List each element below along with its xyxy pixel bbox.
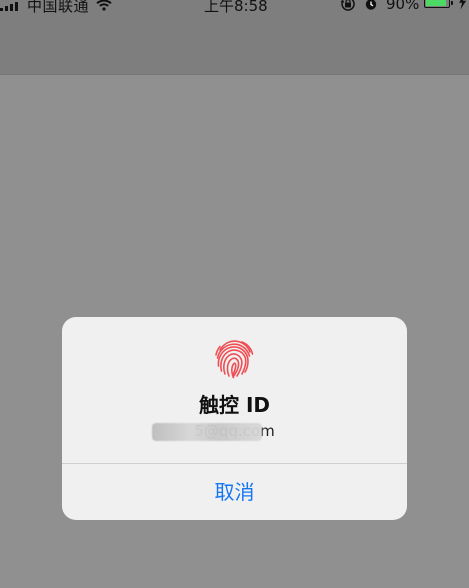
wifi-icon [96,0,112,15]
battery-cap [451,1,453,5]
battery-level [426,0,446,6]
charging-bolt-icon [458,0,467,14]
status-bar: 中国联通 上午8:58 90% [0,0,469,17]
redacted-account-prefix [152,423,262,441]
battery-percent: 90% [386,0,420,13]
touch-id-dialog: 触控 ID 5@qq.com 取消 [62,317,407,520]
status-time: 上午8:58 [204,0,268,15]
alarm-icon [364,0,378,15]
dimmed-top-bar: 中国联通 上午8:58 90% [0,0,469,75]
battery-icon [424,0,450,8]
signal-icon [0,2,18,11]
touch-id-screen: 中国联通 上午8:58 90% 触控 ID 取消 [0,0,469,588]
dialog-title: 触控 ID [198,393,270,417]
carrier-label: 中国联通 [27,0,90,15]
fingerprint-icon [213,338,255,380]
cancel-button[interactable]: 取消 [62,464,407,520]
orientation-lock-icon [340,0,356,15]
